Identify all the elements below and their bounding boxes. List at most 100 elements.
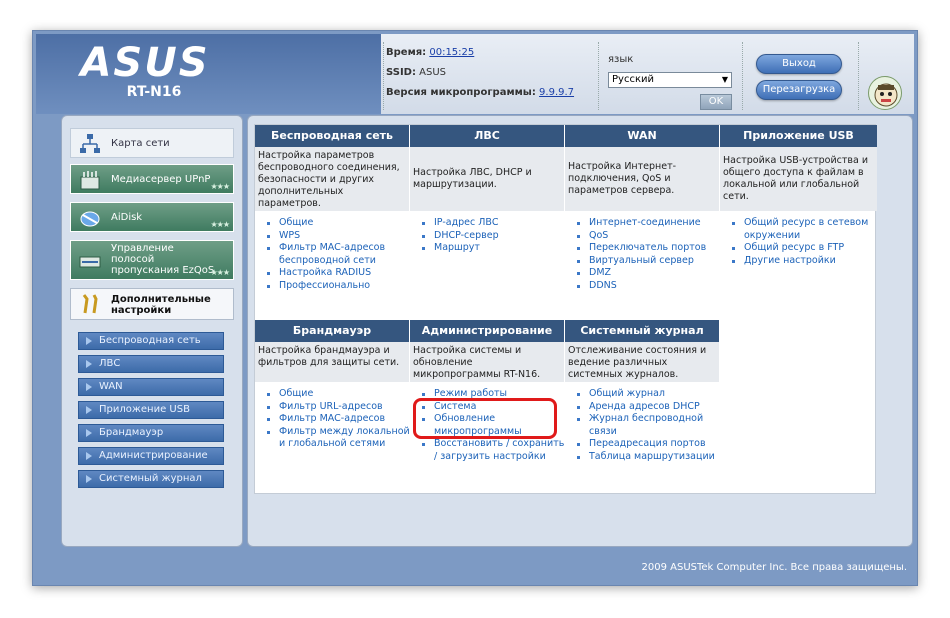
section-system-log: Системный журнал Отслеживание состояния … [565, 320, 720, 464]
link-dhcp-server[interactable]: DHCP-сервер [420, 230, 565, 243]
stars-icon: ★★★ [210, 268, 229, 277]
subitem-label: WAN [99, 381, 123, 392]
link-general[interactable]: Общие [265, 217, 410, 230]
link-general-log[interactable]: Общий журнал [575, 388, 720, 401]
sidebar-subitem-administration[interactable]: Администрирование [78, 447, 224, 465]
subitem-label: Брандмауэр [99, 427, 164, 438]
link-restore-save-upload-settings[interactable]: Восстановить / сохранить / загрузить нас… [420, 438, 565, 463]
link-wps[interactable]: WPS [265, 230, 410, 243]
stars-icon: ★★★ [210, 220, 229, 229]
header-separator [858, 42, 859, 110]
link-wireless-log[interactable]: Журнал беспроводной связи [575, 413, 720, 438]
sidebar-item-aidisk[interactable]: AiDisk ★★★ [70, 202, 234, 232]
language-select[interactable]: Русский ▼ [608, 72, 732, 88]
section-links: Общий журнал Аренда адресов DHCP Журнал … [565, 382, 720, 464]
dropdown-arrow-icon: ▼ [721, 75, 728, 84]
link-port-trigger[interactable]: Переключатель портов [575, 242, 720, 255]
copyright-footer: 2009 ASUSTek Computer Inc. Все права защ… [641, 562, 908, 573]
link-ddns[interactable]: DDNS [575, 280, 720, 293]
link-radius[interactable]: Настройка RADIUS [265, 267, 410, 280]
section-title: Беспроводная сеть [255, 125, 410, 147]
section-title: Администрирование [410, 320, 565, 342]
sidebar-subitem-wireless[interactable]: Беспроводная сеть [78, 332, 224, 350]
link-network-place-share[interactable]: Общий ресурс в сетевом окружении [730, 217, 877, 242]
link-port-forwarding[interactable]: Переадресация портов [575, 438, 720, 451]
ssid-value: ASUS [419, 67, 447, 78]
link-routing-table[interactable]: Таблица маршрутизации [575, 451, 720, 464]
sidebar-item-label: Управление полосой пропускания EzQoS [111, 243, 214, 276]
arrow-right-icon [86, 383, 92, 391]
sidebar-item-advanced-settings[interactable]: Дополнительные настройки [70, 288, 234, 320]
link-url-filter[interactable]: Фильтр URL-адресов [265, 401, 410, 414]
section-desc: Настройка Интернет-подключения, QoS и па… [565, 147, 720, 211]
main-content: Беспроводная сеть Настройка параметров б… [247, 115, 913, 547]
section-links: Общие Фильтр URL-адресов Фильтр MAC-адре… [255, 382, 410, 451]
link-qos[interactable]: QoS [575, 230, 720, 243]
section-links: Общие WPS Фильтр MAC-адресов беспроводно… [255, 211, 410, 293]
section-links: Интернет-соединение QoS Переключатель по… [565, 211, 720, 293]
link-ftp-share[interactable]: Общий ресурс в FTP [730, 242, 877, 255]
arrow-right-icon [86, 475, 92, 483]
ssid-label: SSID: [386, 67, 416, 78]
link-lan-ip[interactable]: IP-адрес ЛВС [420, 217, 565, 230]
link-mac-filter[interactable]: Фильтр MAC-адресов [265, 413, 410, 426]
link-wireless-mac-filter[interactable]: Фильтр MAC-адресов беспроводной сети [265, 242, 410, 267]
section-lan: ЛВС Настройка ЛВС, DHCP и маршрутизации.… [410, 125, 565, 255]
section-links: Общий ресурс в сетевом окружении Общий р… [720, 211, 877, 267]
section-desc: Настройка USB-устройства и общего доступ… [720, 147, 877, 211]
arrow-right-icon [86, 406, 92, 414]
network-map-icon [79, 133, 101, 155]
subitem-label: Беспроводная сеть [99, 335, 201, 346]
section-administration: Администрирование Настройка системы и об… [410, 320, 565, 464]
time-link[interactable]: 00:15:25 [429, 47, 474, 58]
link-lan-wan-filter[interactable]: Фильтр между локальной и глобальной сетя… [265, 426, 410, 451]
sidebar-subitem-firewall[interactable]: Брандмауэр [78, 424, 224, 442]
link-internet-connection[interactable]: Интернет-соединение [575, 217, 720, 230]
sidebar-item-media-server[interactable]: Медиасервер UPnP ★★★ [70, 164, 234, 194]
ssid-row: SSID: ASUS [386, 66, 596, 86]
header-separator [742, 42, 743, 110]
section-title: Приложение USB [720, 125, 877, 147]
arrow-right-icon [86, 452, 92, 460]
section-firewall: Брандмауэр Настройка брандмауэра и фильт… [255, 320, 410, 451]
sidebar-subitem-system-log[interactable]: Системный журнал [78, 470, 224, 488]
link-dhcp-leases[interactable]: Аренда адресов DHCP [575, 401, 720, 414]
firmware-label: Версия микропрограммы: [386, 87, 536, 98]
section-title: Системный журнал [565, 320, 720, 342]
link-route[interactable]: Маршрут [420, 242, 565, 255]
sidebar-item-ezqos[interactable]: Управление полосой пропускания EzQoS ★★★ [70, 240, 234, 280]
sidebar-item-label: Медиасервер UPnP [111, 174, 211, 185]
firmware-link[interactable]: 9.9.9.7 [539, 87, 574, 98]
label-line: Управление [111, 243, 174, 254]
ok-button[interactable]: OK [700, 94, 732, 110]
label-line: полосой [111, 254, 155, 265]
arrow-right-icon [86, 360, 92, 368]
section-desc: Отслеживание состояния и ведение различн… [565, 342, 720, 382]
sidebar-subitem-wan[interactable]: WAN [78, 378, 224, 396]
sidebar-subitem-usb[interactable]: Приложение USB [78, 401, 224, 419]
tools-icon [79, 293, 101, 315]
arrow-right-icon [86, 337, 92, 345]
link-dmz[interactable]: DMZ [575, 267, 720, 280]
aidisk-icon [79, 207, 101, 229]
link-professional[interactable]: Профессионально [265, 280, 410, 293]
reboot-button[interactable]: Перезагрузка [756, 80, 842, 100]
logout-button[interactable]: Выход [756, 54, 842, 74]
asus-logo: ASUS [80, 40, 210, 86]
sidebar-item-label: Дополнительные настройки [111, 294, 211, 316]
link-firewall-general[interactable]: Общие [265, 388, 410, 401]
sidebar-subitem-lan[interactable]: ЛВС [78, 355, 224, 373]
link-misc-settings[interactable]: Другие настройки [730, 255, 877, 268]
highlight-box [413, 398, 557, 439]
status-info: Время: 00:15:25 SSID: ASUS Версия микроп… [386, 46, 596, 106]
link-virtual-server[interactable]: Виртуальный сервер [575, 255, 720, 268]
section-wan: WAN Настройка Интернет-подключения, QoS … [565, 125, 720, 293]
subitem-label: Системный журнал [99, 473, 202, 484]
firmware-row: Версия микропрограммы: 9.9.9.7 [386, 86, 596, 106]
subitem-label: Приложение USB [99, 404, 190, 415]
sidebar-item-network-map[interactable]: Карта сети [70, 128, 234, 158]
header-separator [598, 42, 599, 110]
label-line: пропускания EzQoS [111, 265, 215, 276]
time-label: Время: [386, 47, 427, 58]
label-line: Дополнительные [111, 294, 211, 305]
